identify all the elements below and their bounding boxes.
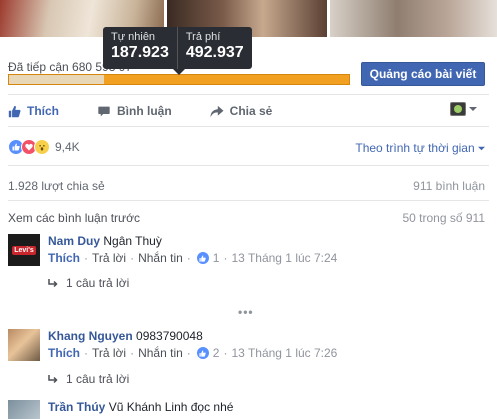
tooltip-paid-value: 492.937 xyxy=(185,44,244,61)
reach-text: Đã tiếp cận 680 xyxy=(8,60,93,74)
reach-bar[interactable] xyxy=(8,74,350,85)
commenter-name[interactable]: Trần Thúy xyxy=(48,400,105,414)
comment-body: Nam Duy Ngân Thuỳ xyxy=(48,234,162,248)
comment-button[interactable]: Bình luận xyxy=(97,104,172,118)
tooltip-arrow xyxy=(173,69,185,75)
comment-meta: Thích · Trả lời · Nhắn tin · 1 · 13 Thán… xyxy=(48,251,338,265)
tooltip-organic-label: Tự nhiên xyxy=(111,31,156,43)
comment-like-link[interactable]: Thích xyxy=(48,346,80,360)
comment-like-count[interactable]: 2 xyxy=(213,346,220,360)
replies-label: 1 câu trả lời xyxy=(66,276,130,290)
page-selector[interactable] xyxy=(450,102,477,116)
comment-text: Vũ Khánh Linh đọc nhé xyxy=(108,400,234,414)
comment-sort-dropdown[interactable]: Theo trình tự thời gian xyxy=(355,141,485,155)
divider xyxy=(8,94,489,95)
tooltip-organic-value: 187.923 xyxy=(111,44,169,61)
comment-body: Khang Nguyen 0983790048 xyxy=(48,329,203,343)
like-label: Thích xyxy=(27,104,59,118)
comment-text: Ngân Thuỳ xyxy=(103,234,162,248)
wow-reaction-icon xyxy=(34,139,50,155)
avatar[interactable] xyxy=(8,329,40,361)
comment-reply-link[interactable]: Trả lời xyxy=(92,251,126,265)
comment-message-link[interactable]: Nhắn tin xyxy=(138,346,183,360)
reactions-summary[interactable]: 9,4K xyxy=(8,139,80,155)
like-count-icon xyxy=(196,347,209,359)
comment-label: Bình luận xyxy=(117,104,172,118)
comment-timestamp[interactable]: 13 Tháng 1 lúc 7:26 xyxy=(231,346,337,360)
thumbs-up-icon xyxy=(8,105,21,117)
comment-reply-link[interactable]: Trả lời xyxy=(92,346,126,360)
reach-tooltip: Tự nhiên 187.923 Trả phí 492.937 xyxy=(103,27,252,75)
tooltip-paid: Trả phí 492.937 xyxy=(176,27,252,69)
comment-count: 911 bình luận xyxy=(413,179,485,193)
caret-down-icon xyxy=(478,146,485,151)
commenter-name[interactable]: Nam Duy xyxy=(48,234,100,248)
reply-arrow-icon xyxy=(48,278,58,287)
tooltip-paid-label: Trả phí xyxy=(185,31,221,43)
comments-shown-count: 50 trong số 911 xyxy=(402,211,485,225)
post-actions: Thích Bình luận Chia sẻ xyxy=(8,101,310,121)
comment-icon xyxy=(98,106,110,116)
comment-body: Trần Thúy Vũ Khánh Linh đọc nhé xyxy=(48,400,233,414)
view-replies-link[interactable]: 1 câu trả lời xyxy=(48,372,129,386)
reaction-count: 9,4K xyxy=(55,140,80,154)
replies-label: 1 câu trả lời xyxy=(66,372,130,386)
post-photo[interactable] xyxy=(330,0,497,37)
comment-message-link[interactable]: Nhắn tin xyxy=(138,251,183,265)
share-label: Chia sẻ xyxy=(229,104,273,118)
comment-text: 0983790048 xyxy=(136,329,203,343)
comment-like-count[interactable]: 1 xyxy=(213,251,220,265)
like-button[interactable]: Thích xyxy=(8,104,59,118)
tooltip-organic: Tự nhiên 187.923 xyxy=(103,27,177,69)
reply-arrow-icon xyxy=(48,374,58,383)
commenter-name[interactable]: Khang Nguyen xyxy=(48,329,133,343)
reach-bar-organic xyxy=(9,75,105,84)
page-avatar-icon xyxy=(450,102,466,116)
more-comments-dots[interactable]: ••• xyxy=(238,305,254,319)
share-arrow-icon xyxy=(210,105,224,117)
avatar-logo-text: Levi's xyxy=(12,245,36,255)
sort-label: Theo trình tự thời gian xyxy=(355,141,475,155)
comment-timestamp[interactable]: 13 Tháng 1 lúc 7:24 xyxy=(231,251,337,265)
view-previous-comments-link[interactable]: Xem các bình luận trước xyxy=(8,211,140,225)
share-button[interactable]: Chia sẻ xyxy=(210,104,273,118)
like-count-icon xyxy=(196,252,209,264)
share-count-link[interactable]: 1.928 lượt chia sẻ xyxy=(8,179,105,193)
avatar[interactable]: Levi's xyxy=(8,234,40,266)
divider xyxy=(8,126,489,127)
divider xyxy=(8,165,489,166)
avatar[interactable] xyxy=(8,400,40,419)
comment-like-link[interactable]: Thích xyxy=(48,251,80,265)
caret-down-icon xyxy=(469,107,477,111)
divider xyxy=(8,200,489,201)
view-replies-link[interactable]: 1 câu trả lời xyxy=(48,276,129,290)
boost-post-button[interactable]: Quảng cáo bài viết xyxy=(361,62,485,86)
comment-meta: Thích · Trả lời · Nhắn tin · 2 · 13 Thán… xyxy=(48,346,338,360)
